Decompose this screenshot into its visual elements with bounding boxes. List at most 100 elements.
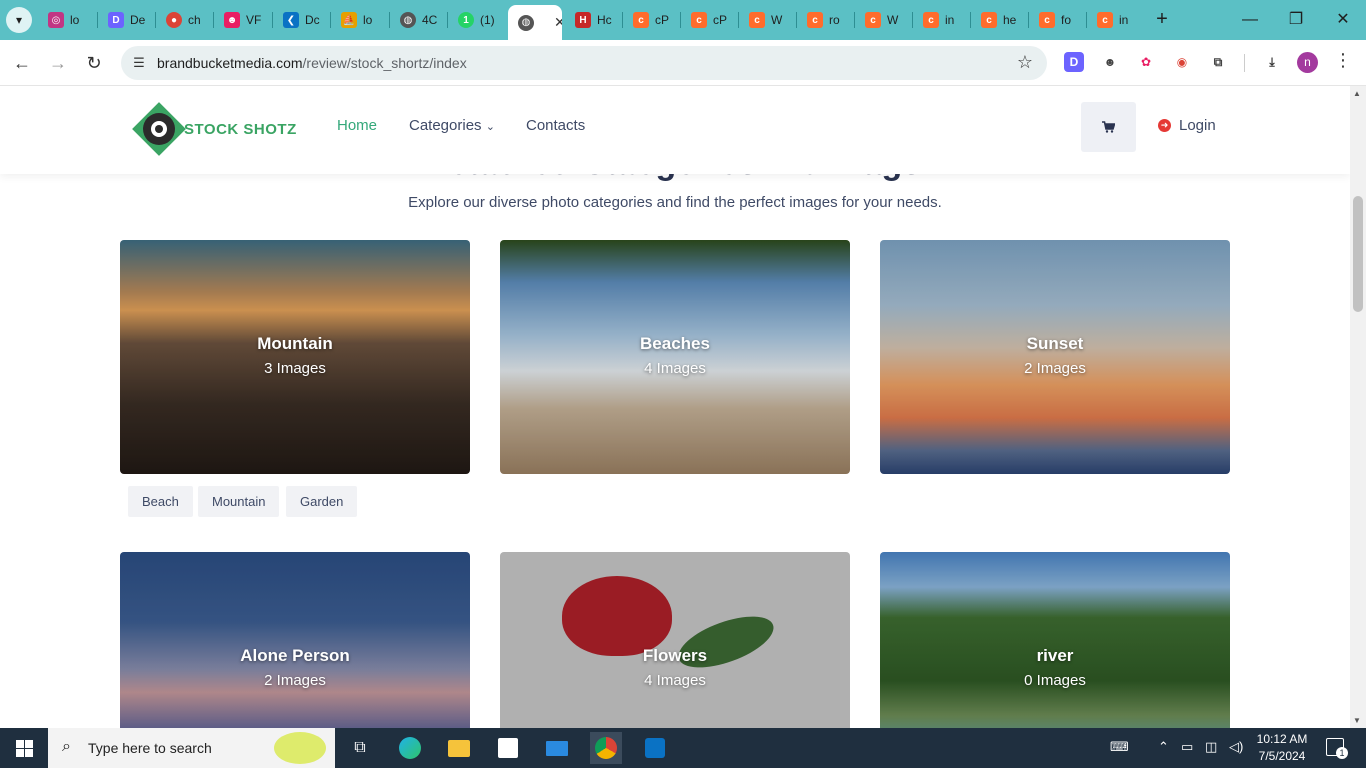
browser-tab[interactable]: c he: [971, 5, 1027, 35]
browser-tab[interactable]: ◍ 4C: [390, 5, 446, 35]
browser-tab[interactable]: c in: [1087, 5, 1143, 35]
cpanel-icon: c: [691, 12, 707, 28]
mail-icon[interactable]: [541, 732, 573, 764]
task-view-icon[interactable]: ⧉: [344, 732, 376, 764]
browser-tab[interactable]: c cP: [681, 5, 737, 35]
back-button[interactable]: ←: [10, 51, 34, 75]
category-card-mountain[interactable]: Mountain 3 Images: [120, 240, 470, 474]
notification-badge: 1: [1336, 747, 1348, 759]
browser-tab[interactable]: c fo: [1029, 5, 1085, 35]
browser-tab[interactable]: ● ch: [156, 5, 212, 35]
network-icon[interactable]: ◫: [1205, 739, 1217, 755]
category-card-sunset[interactable]: Sunset 2 Images: [880, 240, 1230, 474]
card-count: 2 Images: [264, 672, 326, 689]
category-card-beaches[interactable]: Beaches 4 Images: [500, 240, 850, 474]
h-icon: H: [575, 12, 591, 28]
bookmark-star-icon[interactable]: ☆: [1017, 52, 1033, 73]
extension-color-icon[interactable]: ✿: [1136, 52, 1156, 72]
extension-robot-icon[interactable]: ☻: [1100, 52, 1120, 72]
vscode-taskbar-icon[interactable]: [639, 732, 671, 764]
tab-search-button[interactable]: ▾: [6, 7, 32, 33]
browser-tab[interactable]: D De: [98, 5, 154, 35]
new-tab-button[interactable]: +: [1150, 8, 1174, 32]
download-icon[interactable]: ⤓: [1262, 52, 1282, 72]
nav-home[interactable]: Home: [337, 117, 377, 134]
browser-tab[interactable]: ☻ VF: [214, 5, 270, 35]
tag-mountain[interactable]: Mountain: [198, 486, 280, 517]
search-highlight-icon: [274, 732, 326, 764]
forward-button[interactable]: →: [46, 51, 70, 75]
nav-categories[interactable]: Categories ⌄: [409, 117, 495, 134]
browser-tab[interactable]: H Hc: [565, 5, 621, 35]
restore-button[interactable]: ❐: [1284, 8, 1308, 32]
card-title: Flowers: [642, 646, 708, 665]
address-bar[interactable]: ☰ brandbucketmedia.com/review/stock_shor…: [121, 46, 1047, 80]
cpanel-icon: c: [807, 12, 823, 28]
extension-d-icon[interactable]: D: [1064, 52, 1084, 72]
login-link[interactable]: ➜ Login: [1158, 117, 1216, 134]
show-hidden-icons-icon[interactable]: ⌃: [1158, 739, 1169, 755]
login-arrow-icon: ➜: [1158, 119, 1171, 132]
file-explorer-icon[interactable]: [443, 732, 475, 764]
scroll-up-arrow-icon[interactable]: ▲: [1353, 89, 1361, 98]
browser-tab[interactable]: ❮ Dc: [273, 5, 329, 35]
tag-garden[interactable]: Garden: [286, 486, 358, 517]
nav-contacts[interactable]: Contacts: [526, 117, 585, 134]
store-icon[interactable]: [492, 732, 524, 764]
minimize-button[interactable]: —: [1238, 8, 1262, 32]
clock-time: 10:12 AM: [1256, 732, 1308, 746]
category-card-alone-person[interactable]: Alone Person 2 Images: [120, 552, 470, 728]
battery-icon[interactable]: ▭: [1181, 739, 1193, 755]
scrollbar-thumb[interactable]: [1353, 196, 1363, 312]
extension-chrome-icon[interactable]: ◉: [1172, 52, 1192, 72]
card-count: 0 Images: [1024, 672, 1086, 689]
keyboard-icon[interactable]: ⌨: [1110, 739, 1129, 755]
system-clock[interactable]: 10:12 AM 7/5/2024: [1250, 731, 1314, 765]
card-title: Sunset: [1026, 334, 1084, 353]
profile-avatar[interactable]: n: [1297, 52, 1318, 73]
cart-button[interactable]: [1081, 102, 1136, 152]
chrome-icon: ●: [166, 12, 182, 28]
scroll-down-arrow-icon[interactable]: ▼: [1353, 716, 1361, 725]
card-title: Alone Person: [240, 646, 350, 665]
browser-tab[interactable]: 1 (1): [448, 5, 504, 35]
chrome-taskbar-icon[interactable]: [590, 732, 622, 764]
browser-tab-bar: ▾ ◎ lo D De ● ch ☻ VF ❮ Dc ⛵ lo ◍ 4C 1 (1) ◍ ✕ H…: [0, 0, 1366, 40]
card-count: 2 Images: [1024, 360, 1086, 377]
cpanel-icon: c: [1097, 12, 1113, 28]
windows-taskbar: ⌕ Type here to search ⧉ ⌨ ⌃ ▭ ◫ ◁) 10:12…: [0, 728, 1366, 768]
browser-tab[interactable]: cW: [855, 5, 911, 35]
menu-kebab-icon[interactable]: ⋮: [1334, 50, 1352, 71]
browser-tab-active[interactable]: ◍ ✕: [508, 5, 562, 40]
browser-tab[interactable]: c in: [913, 5, 969, 35]
volume-icon[interactable]: ◁): [1229, 739, 1243, 755]
login-label: Login: [1179, 117, 1216, 134]
robot-icon: ☻: [224, 12, 240, 28]
start-button[interactable]: [0, 728, 48, 768]
card-title: Beaches: [640, 334, 710, 353]
browser-tab[interactable]: c ro: [797, 5, 853, 35]
close-tab-icon[interactable]: ✕: [554, 14, 562, 31]
site-settings-icon[interactable]: ☰: [129, 53, 149, 73]
cpanel-icon: c: [865, 12, 881, 28]
tag-beach[interactable]: Beach: [128, 486, 193, 517]
instagram-icon: ◎: [48, 12, 64, 28]
edge-icon[interactable]: [394, 732, 426, 764]
reload-button[interactable]: ↻: [82, 51, 106, 75]
browser-tab[interactable]: c cP: [623, 5, 679, 35]
browser-tab[interactable]: ⛵ lo: [331, 5, 387, 35]
close-window-button[interactable]: ✕: [1331, 8, 1355, 32]
browser-tab[interactable]: cW: [739, 5, 795, 35]
category-card-river[interactable]: river 0 Images: [880, 552, 1230, 728]
vscode-icon: ❮: [283, 12, 299, 28]
site-logo[interactable]: STOCK SHOTZ: [132, 102, 297, 156]
cpanel-icon: c: [923, 12, 939, 28]
cpanel-icon: c: [1039, 12, 1055, 28]
chevron-down-icon: ⌄: [485, 121, 495, 133]
extensions-puzzle-icon[interactable]: ⧉: [1208, 52, 1228, 72]
taskbar-search[interactable]: ⌕ Type here to search: [48, 728, 335, 768]
browser-tab[interactable]: ◎ lo: [38, 5, 94, 35]
page-scrollbar[interactable]: ▲ ▼: [1350, 86, 1366, 728]
category-card-flowers[interactable]: Flowers 4 Images: [500, 552, 850, 728]
url-text: brandbucketmedia.com/review/stock_shortz…: [157, 55, 467, 71]
